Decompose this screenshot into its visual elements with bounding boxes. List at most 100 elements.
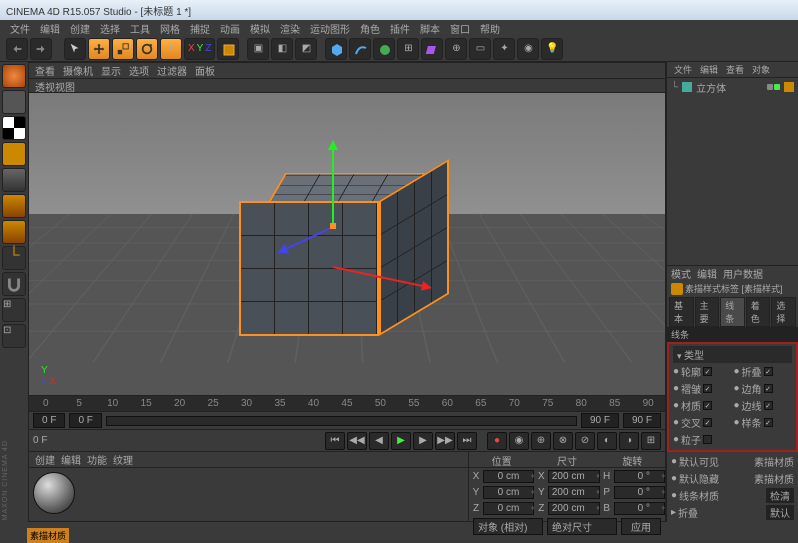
goto-start[interactable]: ⏮ [325,432,345,450]
menu-select[interactable]: 选择 [96,21,124,36]
autokey[interactable]: ◉ [509,432,529,450]
viewport[interactable]: YZ X [29,93,665,395]
edge-mode[interactable] [2,194,26,218]
next-frame[interactable]: ▶ [413,432,433,450]
edit-tab[interactable]: 编辑 [697,266,717,281]
vp-panel[interactable]: 面板 [195,63,215,78]
vp-view[interactable]: 查看 [35,63,55,78]
rot-b[interactable]: 0 ° [614,502,665,515]
userdata-tab[interactable]: 用户数据 [723,266,763,281]
type-group[interactable]: ▾ 类型 [673,346,792,363]
render-picture[interactable]: ◧ [271,38,293,60]
model-mode[interactable] [2,90,26,114]
tag-icon[interactable] [784,82,794,92]
menu-file[interactable]: 文件 [6,21,34,36]
point-mode[interactable] [2,168,26,192]
coord-system[interactable] [217,38,239,60]
current-frame[interactable]: 0 F [33,435,47,446]
tab-main[interactable]: 主要 [695,297,720,327]
menu-render[interactable]: 渲染 [276,21,304,36]
clear-btn[interactable]: 检清 [766,488,794,503]
cb-crease[interactable]: ✓ [703,384,712,393]
mat-edit[interactable]: 编辑 [61,452,81,467]
tab-select[interactable]: 选择 [771,297,796,327]
out-frame[interactable]: 90 F [581,413,619,428]
mode-tab[interactable]: 模式 [671,266,691,281]
size-z[interactable]: 200 cm [548,502,599,515]
polygon-mode[interactable] [2,220,26,244]
environment[interactable]: ⊕ [445,38,467,60]
misc-left[interactable]: ⊡ [2,324,26,348]
size-mode[interactable]: 绝对尺寸 [547,518,617,535]
prev-key[interactable]: ◀◀ [347,432,367,450]
menu-create[interactable]: 创建 [66,21,94,36]
material-label[interactable]: 素描材质 [27,528,69,543]
menu-help[interactable]: 帮助 [476,21,504,36]
key-misc[interactable]: ⊞ [641,432,661,450]
camera-tool[interactable]: ▭ [469,38,491,60]
workplane-mode[interactable] [2,142,26,166]
snap-toggle[interactable] [2,272,26,296]
scale-tool[interactable] [112,38,134,60]
tab-lines[interactable]: 线条 [720,297,745,327]
key-rot[interactable]: ⊘ [575,432,595,450]
cb-intersect[interactable]: ✓ [703,418,712,427]
axis-y-handle[interactable] [332,141,334,226]
menu-script[interactable]: 脚本 [416,21,444,36]
cb-edge[interactable]: ✓ [764,401,773,410]
in-frame[interactable]: 0 F [69,413,101,428]
pos-y[interactable]: 0 cm [483,486,534,499]
deform-tool[interactable] [421,38,443,60]
rtab-view[interactable]: 查看 [723,63,747,76]
vp-options[interactable]: 选项 [129,63,149,78]
size-x[interactable]: 200 cm [548,470,599,483]
timeline-scrub[interactable] [106,416,577,426]
next-key[interactable]: ▶▶ [435,432,455,450]
menu-snap[interactable]: 捕捉 [186,21,214,36]
tab-shading[interactable]: 着色 [746,297,771,327]
goto-end[interactable]: ⏭ [457,432,477,450]
cb-material[interactable]: ✓ [703,401,712,410]
pos-x[interactable]: 0 cm [483,470,534,483]
key-pos[interactable]: ⊕ [531,432,551,450]
prev-frame[interactable]: ◀ [369,432,389,450]
light-icon[interactable]: 💡 [541,38,563,60]
cb-spline[interactable]: ✓ [764,418,773,427]
time-ruler[interactable]: 051015202530354045505560657075808590 [29,395,665,411]
menu-mograph[interactable]: 运动图形 [306,21,354,36]
menu-edit[interactable]: 编辑 [36,21,64,36]
size-y[interactable]: 200 cm [548,486,599,499]
menu-character[interactable]: 角色 [356,21,384,36]
mat-texture[interactable]: 纹理 [113,452,133,467]
end-frame[interactable]: 90 F [623,413,661,428]
recent-tool[interactable]: ✦ [160,38,182,60]
axis-mode[interactable]: └ [2,246,26,270]
fold-group[interactable]: 折叠 [678,505,698,520]
start-frame[interactable]: 0 F [33,413,65,428]
material-preview[interactable] [33,472,75,514]
play-button[interactable]: ▶ [391,432,411,450]
menu-tools[interactable]: 工具 [126,21,154,36]
key-scale[interactable]: ⊗ [553,432,573,450]
soft-select[interactable]: ⊞ [2,298,26,322]
key-param[interactable]: ◐ [597,432,617,450]
rotate-tool[interactable] [136,38,158,60]
cb-outline[interactable]: ✓ [703,367,712,376]
rot-p[interactable]: 0 ° [614,486,665,499]
tab-basic[interactable]: 基本 [669,297,694,327]
object-name[interactable]: 立方体 [696,80,726,95]
texture-mode[interactable] [2,116,26,140]
rot-h[interactable]: 0 ° [614,470,665,483]
vp-camera[interactable]: 摄像机 [63,63,93,78]
cube-primitive[interactable] [325,38,347,60]
rtab-edit[interactable]: 编辑 [697,63,721,76]
spline-tool[interactable] [349,38,371,60]
redo-button[interactable] [30,38,52,60]
pos-z[interactable]: 0 cm [483,502,534,515]
cb-corner[interactable]: ✓ [764,384,773,393]
light-tool[interactable]: ✦ [493,38,515,60]
render-settings[interactable]: ◩ [295,38,317,60]
render-view[interactable]: ▣ [247,38,269,60]
misc-tool[interactable]: ◉ [517,38,539,60]
menu-simulate[interactable]: 模拟 [246,21,274,36]
